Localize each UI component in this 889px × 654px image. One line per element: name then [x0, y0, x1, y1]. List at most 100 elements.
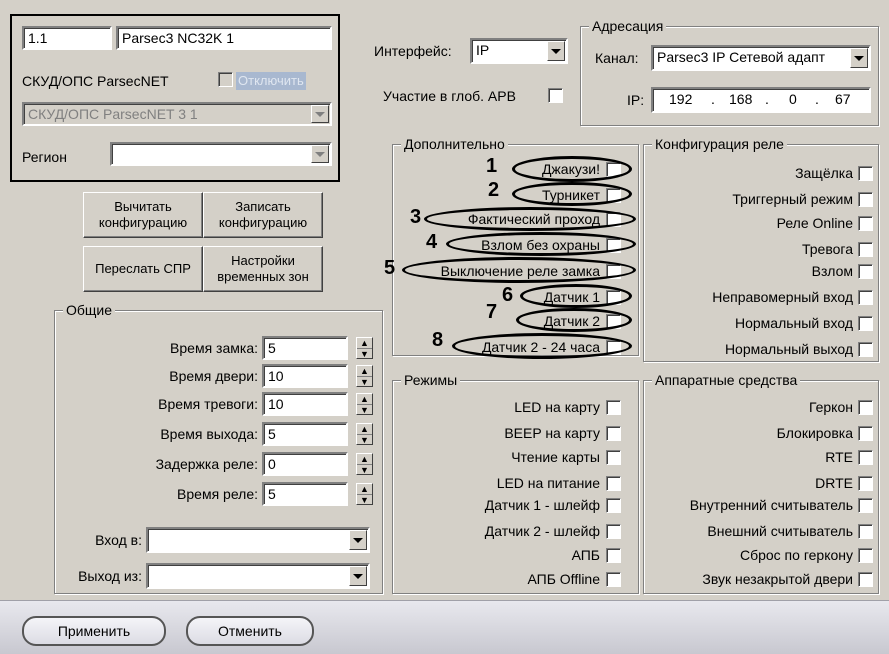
general-field-input[interactable]: 5	[262, 482, 348, 506]
modes-item-label: Датчик 2 - шлейф	[484, 523, 600, 539]
annotation-oval	[512, 156, 632, 182]
arv-checkbox[interactable]	[548, 88, 563, 103]
annotation-number: 1	[486, 155, 498, 177]
modes-item-checkbox[interactable]	[606, 498, 621, 513]
send-spr-button[interactable]: Переслать СПР	[83, 246, 203, 292]
chevron-down-icon[interactable]	[311, 145, 329, 163]
general-field-label: Время тревоги:	[158, 396, 258, 412]
spin-down-icon[interactable]: ▼	[357, 404, 372, 415]
general-field-input[interactable]: 0	[262, 452, 348, 476]
ip-dot: .	[815, 91, 819, 107]
spin-up-icon[interactable]: ▲	[357, 484, 372, 494]
spinner[interactable]: ▲ ▼	[356, 365, 373, 387]
spin-up-icon[interactable]: ▲	[357, 454, 372, 464]
id-field[interactable]: 1.1	[22, 26, 112, 50]
name-field[interactable]: Parsec3 NC32K 1	[116, 26, 332, 50]
spinner[interactable]: ▲ ▼	[356, 423, 373, 445]
hardware-item-label: Внешний считыватель	[707, 523, 853, 539]
relay-item-label: Реле Online	[776, 215, 853, 231]
disable-label: Отключить	[236, 72, 306, 90]
hardware-item-checkbox[interactable]	[858, 450, 873, 465]
identity-panel: 1.1 Parsec3 NC32K 1 СКУД/ОПС ParsecNET О…	[10, 14, 340, 182]
chevron-down-icon[interactable]	[349, 566, 367, 586]
hardware-item-label: RTE	[825, 449, 853, 465]
relay-item-checkbox[interactable]	[858, 342, 873, 357]
interface-combo[interactable]: IP	[470, 38, 568, 64]
spin-up-icon[interactable]: ▲	[357, 394, 372, 404]
addressing-title: Адресация	[589, 17, 667, 35]
hardware-item-checkbox[interactable]	[858, 476, 873, 491]
chevron-down-icon[interactable]	[349, 530, 367, 550]
hardware-item-checkbox[interactable]	[858, 400, 873, 415]
modes-title: Режимы	[401, 371, 461, 389]
relay-item-checkbox[interactable]	[858, 264, 873, 279]
modes-item-label: АПБ Offline	[527, 571, 600, 587]
annotation-oval	[452, 333, 632, 359]
relay-item-checkbox[interactable]	[858, 216, 873, 231]
disable-checkbox[interactable]	[218, 72, 233, 87]
time-zones-button[interactable]: Настройки временных зон	[203, 246, 323, 292]
parent-combo-value: СКУД/ОПС ParsecNET 3 1	[28, 106, 198, 122]
modes-item-checkbox[interactable]	[606, 548, 621, 563]
modes-item-checkbox[interactable]	[606, 400, 621, 415]
spin-up-icon[interactable]: ▲	[357, 338, 372, 348]
parent-combo[interactable]: СКУД/ОПС ParsecNET 3 1	[22, 102, 332, 126]
hardware-item-checkbox[interactable]	[858, 572, 873, 587]
general-field-input[interactable]: 5	[262, 336, 348, 360]
hardware-item-label: Сброс по геркону	[739, 547, 853, 563]
cancel-button[interactable]: Отменить	[186, 616, 314, 646]
apply-button[interactable]: Применить	[22, 616, 166, 646]
spinner[interactable]: ▲ ▼	[356, 393, 373, 415]
spin-down-icon[interactable]: ▼	[357, 494, 372, 505]
relay-item-checkbox[interactable]	[858, 316, 873, 331]
relay-item-checkbox[interactable]	[858, 242, 873, 257]
general-title: Общие	[63, 301, 116, 319]
general-field-input[interactable]: 10	[262, 392, 348, 416]
relay-item-label: Неправомерный вход	[712, 289, 853, 305]
modes-item-checkbox[interactable]	[606, 476, 621, 491]
ip-label: IP:	[627, 92, 645, 108]
chevron-down-icon[interactable]	[547, 41, 565, 61]
entry-combo[interactable]	[146, 527, 370, 553]
spinner[interactable]: ▲ ▼	[356, 453, 373, 475]
general-field-input[interactable]: 10	[262, 364, 348, 388]
hardware-item-label: DRTE	[815, 475, 853, 491]
spin-up-icon[interactable]: ▲	[357, 366, 372, 376]
spin-up-icon[interactable]: ▲	[357, 424, 372, 434]
region-combo[interactable]	[110, 142, 332, 166]
annotation-number: 8	[432, 329, 444, 351]
relay-item-checkbox[interactable]	[858, 290, 873, 305]
entry-label: Вход в:	[95, 532, 142, 548]
modes-item-checkbox[interactable]	[606, 426, 621, 441]
hardware-item-checkbox[interactable]	[858, 498, 873, 513]
hardware-item-label: Внутренний считыватель	[689, 497, 853, 513]
channel-combo[interactable]: Parsec3 IP Сетевой адапт	[651, 45, 871, 71]
exit-combo[interactable]	[146, 563, 370, 589]
spin-down-icon[interactable]: ▼	[357, 464, 372, 475]
annotation-number: 6	[502, 284, 514, 306]
general-field-label: Время реле:	[177, 486, 258, 502]
ip-field[interactable]: 192 . 168 . 0 . 67	[651, 87, 871, 113]
channel-label: Канал:	[595, 50, 639, 66]
spin-down-icon[interactable]: ▼	[357, 376, 372, 387]
relay-item-checkbox[interactable]	[858, 192, 873, 207]
chevron-down-icon[interactable]	[850, 48, 868, 68]
general-field-label: Время двери:	[169, 368, 258, 384]
annotation-number: 4	[426, 231, 438, 253]
hardware-item-checkbox[interactable]	[858, 524, 873, 539]
general-field-input[interactable]: 5	[262, 422, 348, 446]
modes-item-checkbox[interactable]	[606, 524, 621, 539]
read-config-button[interactable]: Вычитать конфигурацию	[83, 192, 203, 238]
modes-item-checkbox[interactable]	[606, 572, 621, 587]
annotation-oval	[424, 207, 636, 231]
spin-down-icon[interactable]: ▼	[357, 348, 372, 359]
write-config-button[interactable]: Записать конфигурацию	[203, 192, 323, 238]
relay-item-checkbox[interactable]	[858, 166, 873, 181]
hardware-item-checkbox[interactable]	[858, 426, 873, 441]
spinner[interactable]: ▲ ▼	[356, 337, 373, 359]
spin-down-icon[interactable]: ▼	[357, 434, 372, 445]
chevron-down-icon[interactable]	[311, 105, 329, 123]
modes-item-checkbox[interactable]	[606, 450, 621, 465]
hardware-item-checkbox[interactable]	[858, 548, 873, 563]
spinner[interactable]: ▲ ▼	[356, 483, 373, 505]
